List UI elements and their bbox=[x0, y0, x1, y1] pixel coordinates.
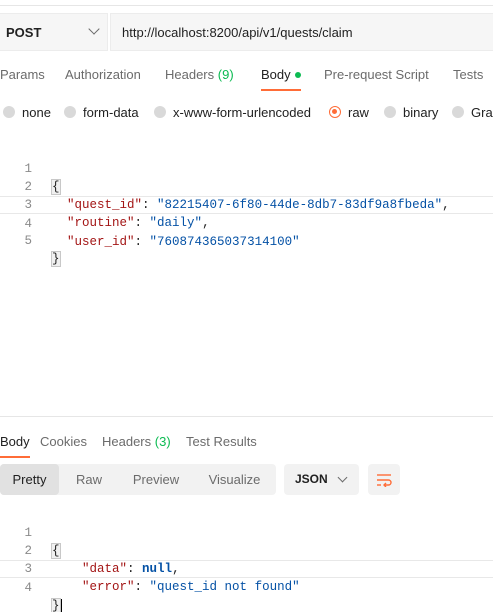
response-tab-headers-label: Headers bbox=[102, 434, 152, 449]
code-line: 1 { bbox=[0, 142, 493, 195]
text-cursor bbox=[60, 598, 63, 612]
language-label: JSON bbox=[295, 472, 328, 486]
code-line: 3 "error": "quest_id not found" bbox=[0, 542, 493, 594]
code-line: 2 "quest_id": "82215407-6f80-44de-8db7-8… bbox=[0, 160, 493, 212]
tab-tests[interactable]: Tests bbox=[453, 63, 483, 89]
mode-preview-button[interactable]: Preview bbox=[119, 464, 193, 495]
wrap-lines-button[interactable] bbox=[368, 464, 400, 495]
radio-none[interactable]: none bbox=[3, 102, 51, 122]
close-brace: } bbox=[51, 251, 61, 267]
tab-authorization-label: Authorization bbox=[65, 67, 141, 82]
line-number: 4 bbox=[24, 581, 32, 595]
radio-binary[interactable]: binary bbox=[384, 102, 438, 122]
radio-graphql-label: Grap bbox=[471, 104, 493, 120]
radio-graphql[interactable]: Grap bbox=[452, 102, 493, 122]
mode-pretty-button[interactable]: Pretty bbox=[0, 464, 59, 495]
tab-authorization[interactable]: Authorization bbox=[65, 63, 141, 89]
json-value: "760874365037314100" bbox=[149, 235, 300, 249]
radio-binary-label: binary bbox=[403, 104, 439, 120]
code-line-active: 4 "user_id": "760874365037314100" bbox=[0, 196, 493, 249]
tab-headers-label: Headers bbox=[165, 67, 215, 82]
radio-form-data[interactable]: form-data bbox=[64, 102, 139, 122]
radio-none-label: none bbox=[22, 104, 51, 120]
radio-circle-icon bbox=[452, 106, 464, 118]
response-toolbar: Pretty Raw Preview Visualize JSON bbox=[0, 464, 493, 496]
response-tab-cookies[interactable]: Cookies bbox=[40, 430, 87, 456]
response-tab-cookies-label: Cookies bbox=[40, 434, 87, 449]
radio-raw[interactable]: raw bbox=[329, 102, 369, 122]
radio-circle-icon bbox=[384, 106, 396, 118]
response-headers-count-badge: (3) bbox=[154, 434, 171, 449]
code-line: 3 "routine": "daily", bbox=[0, 178, 493, 230]
radio-form-data-label: form-data bbox=[83, 104, 139, 120]
code-line: 2 "data": null, bbox=[0, 524, 493, 576]
mode-visualize-button[interactable]: Visualize bbox=[193, 464, 276, 495]
radio-raw-label: raw bbox=[348, 104, 369, 120]
tab-body-label: Body bbox=[261, 67, 291, 82]
json-key: "error" bbox=[82, 580, 135, 594]
mode-visualize-label: Visualize bbox=[208, 472, 261, 487]
tab-params[interactable]: Params bbox=[0, 63, 45, 89]
headers-count-badge: (9) bbox=[217, 67, 234, 82]
radio-circle-icon bbox=[64, 106, 76, 118]
url-input[interactable]: http://localhost:8200/api/v1/quests/clai… bbox=[110, 13, 493, 51]
code-line-active: 4 } bbox=[0, 560, 493, 612]
request-body-editor[interactable]: 1 { 2 "quest_id": "82215407-6f80-44de-8d… bbox=[0, 140, 493, 410]
response-tab-test-results[interactable]: Test Results bbox=[186, 430, 257, 456]
tab-headers[interactable]: Headers (9) bbox=[165, 63, 234, 89]
mode-pretty-label: Pretty bbox=[12, 472, 47, 487]
mode-raw-label: Raw bbox=[75, 472, 102, 487]
tab-body[interactable]: Body bbox=[261, 63, 301, 91]
code-line: 1 { bbox=[0, 506, 493, 559]
active-tab-indicator bbox=[0, 456, 30, 458]
chevron-down-icon bbox=[88, 23, 100, 35]
tab-params-label: Params bbox=[0, 67, 45, 82]
response-tab-body-label: Body bbox=[0, 434, 30, 449]
request-url-bar: POST http://localhost:8200/api/v1/quests… bbox=[0, 13, 493, 51]
mode-preview-label: Preview bbox=[132, 472, 180, 487]
close-brace: } bbox=[51, 598, 61, 612]
wrap-lines-icon bbox=[377, 473, 392, 487]
response-tab-headers[interactable]: Headers (3) bbox=[102, 430, 171, 456]
code-line: 5 } bbox=[0, 214, 493, 267]
radio-circle-icon bbox=[154, 106, 166, 118]
json-value: "quest_id not found" bbox=[149, 580, 300, 594]
pane-resize-divider[interactable] bbox=[0, 416, 493, 417]
response-tabs: Body Cookies Headers (3) Test Results bbox=[0, 430, 493, 458]
response-body-viewer[interactable]: 1 { 2 "data": null, 3 "error": "quest_id… bbox=[0, 506, 493, 612]
radio-urlencoded-label: x-www-form-urlencoded bbox=[173, 104, 311, 120]
language-select[interactable]: JSON bbox=[284, 464, 359, 495]
response-tab-body[interactable]: Body bbox=[0, 430, 30, 458]
view-mode-segmented: Pretty Raw Preview Visualize bbox=[0, 464, 276, 495]
tab-tests-label: Tests bbox=[453, 67, 484, 82]
method-select[interactable]: POST bbox=[0, 13, 108, 51]
tab-pre-request-script-label: Pre-request Script bbox=[324, 67, 429, 82]
radio-circle-icon bbox=[3, 106, 15, 118]
body-modified-dot-icon bbox=[294, 71, 301, 78]
radio-x-www-form-urlencoded[interactable]: x-www-form-urlencoded bbox=[154, 102, 311, 122]
json-key: "user_id" bbox=[67, 235, 135, 249]
url-text: http://localhost:8200/api/v1/quests/clai… bbox=[122, 24, 353, 40]
line-number: 5 bbox=[24, 234, 32, 248]
top-border bbox=[0, 0, 493, 6]
tab-pre-request-script[interactable]: Pre-request Script bbox=[324, 63, 429, 89]
chevron-down-icon bbox=[337, 472, 348, 483]
mode-raw-button[interactable]: Raw bbox=[59, 464, 119, 495]
radio-selected-icon bbox=[329, 106, 341, 118]
method-label: POST bbox=[6, 24, 42, 40]
active-tab-indicator bbox=[261, 89, 301, 91]
body-type-options: none form-data x-www-form-urlencoded raw… bbox=[0, 102, 493, 122]
request-tabs: Params Authorization Headers (9) Body Pr… bbox=[0, 63, 493, 91]
response-tab-test-results-label: Test Results bbox=[186, 434, 257, 449]
